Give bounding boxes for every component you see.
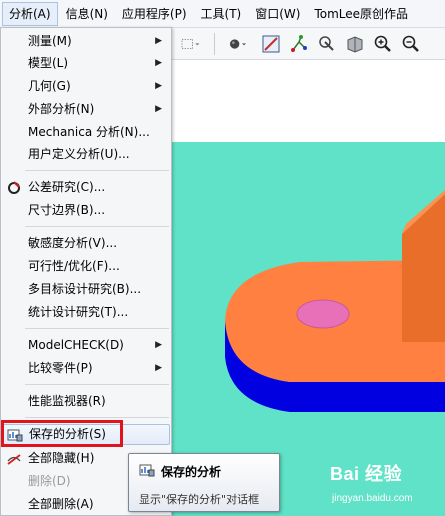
tooltip: 保存的分析 显示"保存的分析"对话框 <box>128 453 280 512</box>
menu-separator <box>25 170 169 171</box>
menu-item-performance-monitor[interactable]: 性能监视器(R) <box>2 391 170 412</box>
menu-item-tolerance-study[interactable]: 公差研究(C)... <box>2 177 170 198</box>
spin-center-icon[interactable] <box>260 33 282 55</box>
menu-separator <box>25 384 169 385</box>
menu-item-sensitivity-analysis[interactable]: 敏感度分析(V)... <box>2 233 170 254</box>
menu-window[interactable]: 窗口(W) <box>249 2 306 26</box>
select-box-icon[interactable] <box>173 33 207 55</box>
hide-all-icon <box>6 451 22 467</box>
menu-applications[interactable]: 应用程序(P) <box>116 2 193 26</box>
submenu-arrow-icon: ▶ <box>155 81 162 91</box>
menu-separator <box>25 226 169 227</box>
menu-analysis[interactable]: 分析(A) <box>2 1 58 26</box>
menu-separator <box>25 417 169 418</box>
menu-tools[interactable]: 工具(T) <box>195 2 248 26</box>
submenu-arrow-icon: ▶ <box>155 363 162 373</box>
highlight-box <box>1 420 123 447</box>
zoom-in-icon[interactable] <box>372 33 394 55</box>
csys-icon[interactable] <box>316 33 338 55</box>
menu-info[interactable]: 信息(N) <box>60 2 114 26</box>
datum-icon[interactable] <box>288 33 310 55</box>
watermark-url: jingyan.baidu.com <box>332 493 413 504</box>
submenu-arrow-icon: ▶ <box>155 36 162 46</box>
display-style-icon[interactable] <box>222 33 254 55</box>
menu-item-multi-objective-study[interactable]: 多目标设计研究(B)... <box>2 279 170 300</box>
menu-item-model[interactable]: 模型(L) ▶ <box>2 53 170 74</box>
menu-item-measure[interactable]: 测量(M) ▶ <box>2 31 170 52</box>
menu-item-user-defined-analysis[interactable]: 用户定义分析(U)... <box>2 144 170 165</box>
view-manager-icon[interactable] <box>344 33 366 55</box>
menu-item-feasibility-optimization[interactable]: 可行性/优化(F)... <box>2 256 170 277</box>
menu-item-statistical-design-study[interactable]: 统计设计研究(T)... <box>2 302 170 323</box>
submenu-arrow-icon: ▶ <box>155 58 162 68</box>
menu-item-dimension-boundary[interactable]: 尺寸边界(B)... <box>2 200 170 221</box>
menu-item-modelcheck[interactable]: ModelCHECK(D) ▶ <box>2 335 170 356</box>
menu-author: TomLee原创作品 <box>314 6 409 21</box>
submenu-arrow-icon: ▶ <box>155 340 162 350</box>
toolbar <box>170 28 445 60</box>
zoom-out-icon[interactable] <box>400 33 422 55</box>
saved-analysis-icon <box>139 463 155 477</box>
menu-item-external-analysis[interactable]: 外部分析(N) ▶ <box>2 99 170 120</box>
submenu-arrow-icon: ▶ <box>155 104 162 114</box>
tooltip-description: 显示"保存的分析"对话框 <box>139 493 260 506</box>
watermark-brand: Bai 经验 <box>330 464 403 484</box>
menubar: 分析(A) 信息(N) 应用程序(P) 工具(T) 窗口(W) TomLee原创… <box>0 0 445 28</box>
menu-item-geometry[interactable]: 几何(G) ▶ <box>2 76 170 97</box>
tooltip-title: 保存的分析 <box>161 465 222 479</box>
menu-item-compare-parts[interactable]: 比较零件(P) ▶ <box>2 358 170 379</box>
menu-separator <box>25 328 169 329</box>
graphics-area-upper <box>170 60 445 142</box>
watermark: Bai 经验 jingyan.baidu.com <box>326 456 441 512</box>
tolerance-icon <box>6 180 22 196</box>
menu-item-mechanica-analysis[interactable]: Mechanica 分析(N)... <box>2 122 170 143</box>
toolbar-separator <box>214 32 215 55</box>
